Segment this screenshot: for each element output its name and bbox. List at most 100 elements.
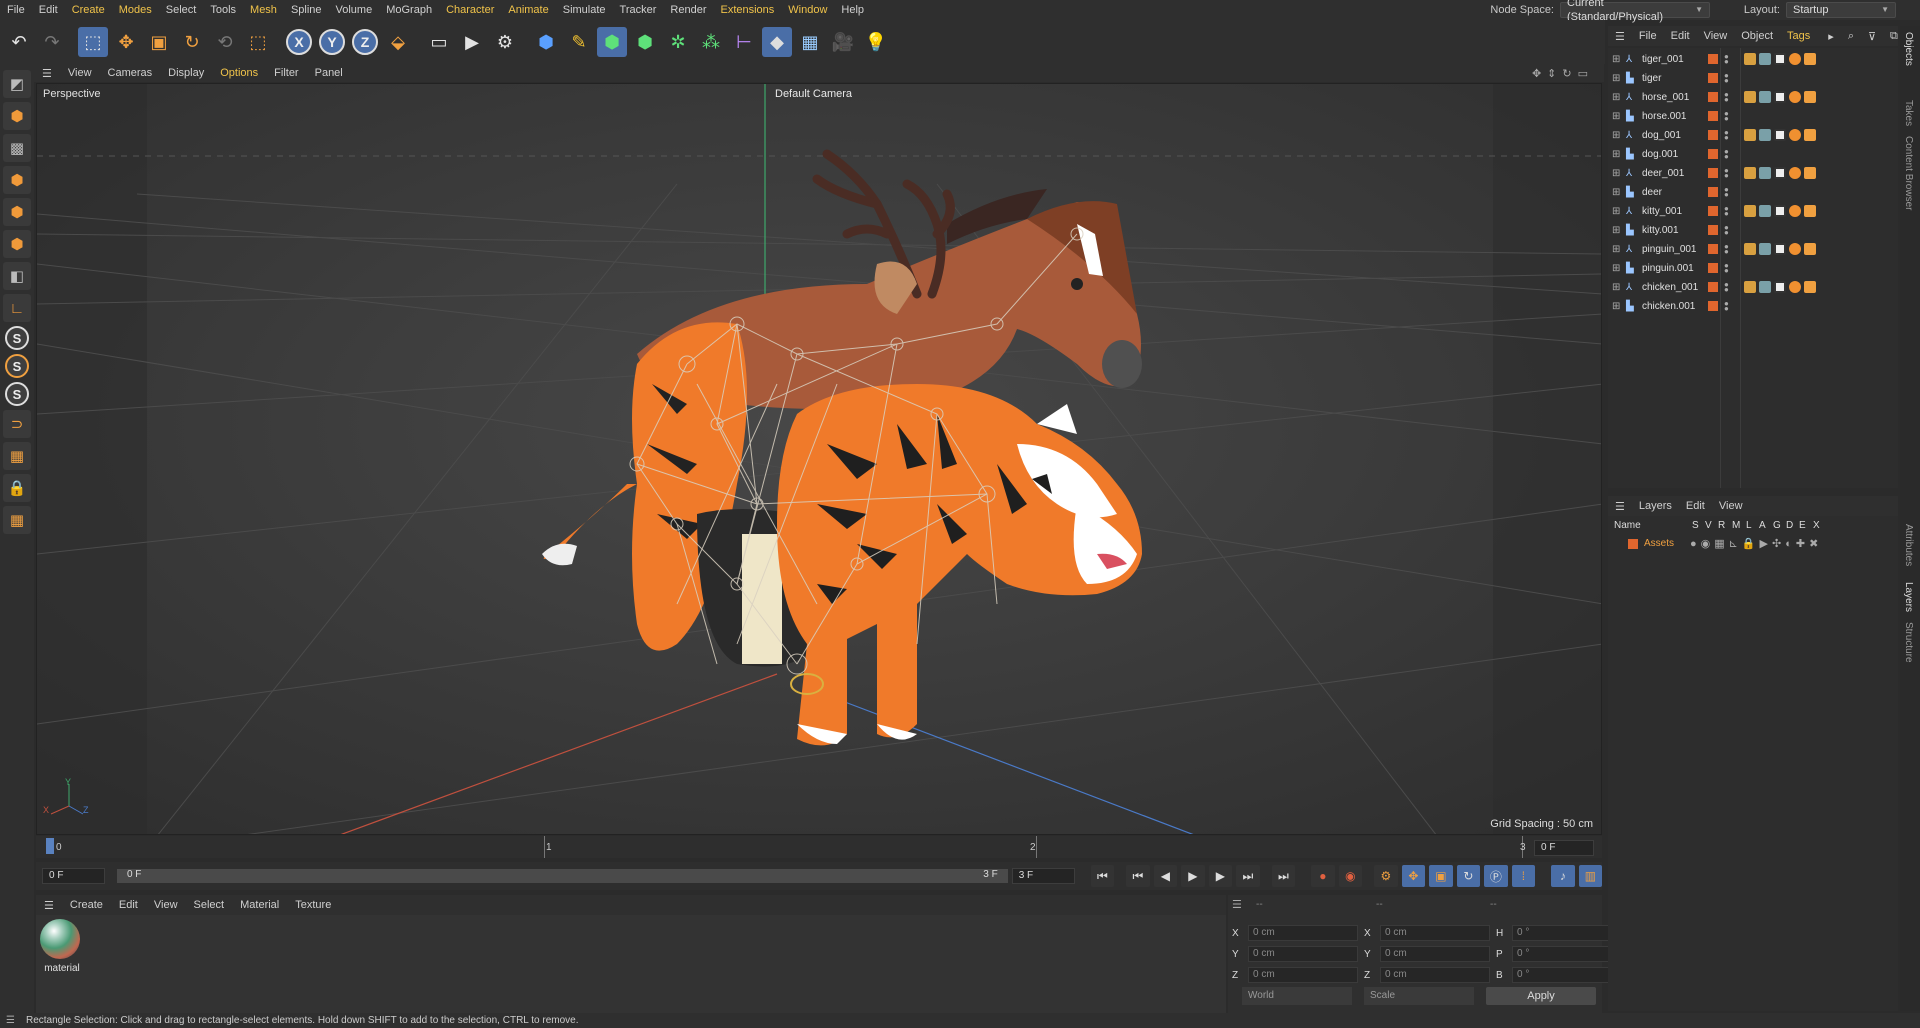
rotation-h-field[interactable]: 0 ° (1512, 925, 1622, 941)
layers-menu-edit[interactable]: Edit (1679, 500, 1712, 512)
field-icon[interactable]: ⊢ (729, 27, 759, 57)
goto-start-icon[interactable]: ⏮ (1090, 865, 1115, 887)
expand-icon[interactable]: ⊞ (1612, 54, 1620, 65)
layer-color-swatch[interactable] (1708, 149, 1718, 159)
list-item[interactable]: ⊞ ⅄ deer_001 ● ● (1608, 164, 1898, 182)
menu-spline[interactable]: Spline (284, 4, 329, 16)
list-item[interactable]: ⊞ ▙ horse.001 ● ● (1608, 107, 1898, 125)
play-icon[interactable]: ▶ (1181, 865, 1205, 887)
make-editable-icon[interactable]: ◩ (3, 70, 31, 98)
menu-help[interactable]: Help (834, 4, 871, 16)
playhead[interactable] (46, 838, 54, 854)
expand-icon[interactable]: ⊞ (1612, 168, 1620, 179)
snap-icon[interactable]: S (5, 326, 29, 350)
layer-color-swatch[interactable] (1708, 130, 1718, 140)
menu-file[interactable]: File (0, 4, 32, 16)
layer-color-swatch[interactable] (1708, 263, 1718, 273)
position-y-field[interactable]: 0 cm (1248, 946, 1358, 962)
texture-mode-icon[interactable]: ▩ (3, 134, 31, 162)
list-item[interactable]: ⊞ ⅄ kitty_001 ● ● (1608, 202, 1898, 220)
key-pla-icon[interactable]: ⁞ (1511, 865, 1536, 887)
size-mode-dropdown[interactable]: Scale (1364, 987, 1474, 1005)
subdivision-icon[interactable]: ⬢ (597, 27, 627, 57)
floor-icon[interactable]: ▦ (795, 27, 825, 57)
tab-attributes[interactable]: Attributes (1903, 524, 1914, 566)
menu-volume[interactable]: Volume (329, 4, 380, 16)
list-item[interactable]: ⊞ ⅄ tiger_001 ● ● (1608, 50, 1898, 68)
camera-icon[interactable]: 🎥 (828, 27, 858, 57)
material-menu-texture[interactable]: Texture (287, 899, 339, 911)
list-item[interactable]: ⊞ ⅄ pinguin_001 ● ● (1608, 240, 1898, 258)
y-axis-lock-icon[interactable]: Y (317, 27, 347, 57)
layer-color-swatch[interactable] (1708, 92, 1718, 102)
node-space-dropdown[interactable]: Current (Standard/Physical) ▼ (1560, 0, 1710, 23)
hamburger-icon[interactable]: ☰ (34, 67, 60, 80)
visibility-dots-icon[interactable]: ● ● (1724, 281, 1729, 294)
move-tool-icon[interactable]: ✥ (111, 27, 141, 57)
uv-mode-icon[interactable]: ◧ (3, 262, 31, 290)
viewport-nav-icons[interactable]: ✥⇕↻▭ (1532, 67, 1594, 80)
viewport-menu-display[interactable]: Display (160, 67, 212, 79)
keyframe-selection-icon[interactable]: ⚙ (1374, 865, 1398, 887)
tab-layers[interactable]: Layers (1903, 582, 1914, 612)
end-frame-field[interactable]: 3 F (1011, 868, 1075, 884)
select-tool-icon[interactable]: ⬚ (78, 27, 108, 57)
layer-color-swatch[interactable] (1708, 225, 1718, 235)
key-rotation-icon[interactable]: ↻ (1456, 865, 1481, 887)
prev-key-icon[interactable]: ⏮ (1126, 865, 1150, 887)
hamburger-icon[interactable]: ☰ (1608, 30, 1632, 43)
undo-icon[interactable]: ↶ (4, 27, 34, 57)
redo-icon[interactable]: ↷ (37, 27, 67, 57)
menu-simulate[interactable]: Simulate (556, 4, 613, 16)
layer-color-swatch[interactable] (1708, 73, 1718, 83)
magnet-icon[interactable]: ⊃ (3, 410, 31, 438)
material-menu-material[interactable]: Material (232, 899, 287, 911)
visibility-dots-icon[interactable]: ● ● (1724, 186, 1729, 199)
viewport-menu-options[interactable]: Options (212, 67, 266, 79)
menu-tracker[interactable]: Tracker (613, 4, 664, 16)
render-view-icon[interactable]: ▶ (457, 27, 487, 57)
visibility-dots-icon[interactable]: ● ● (1724, 129, 1729, 142)
snap-settings-icon[interactable]: S (5, 354, 29, 378)
lock-workplane-icon[interactable]: 🔒 (3, 474, 31, 502)
visibility-dots-icon[interactable]: ● ● (1724, 224, 1729, 237)
list-item[interactable]: ⊞ ▙ tiger ● ● (1608, 69, 1898, 87)
viewport-menu-panel[interactable]: Panel (307, 67, 351, 79)
expand-icon[interactable]: ⊞ (1612, 206, 1620, 217)
list-item[interactable]: ⊞ ▙ pinguin.001 ● ● (1608, 259, 1898, 277)
visibility-dots-icon[interactable]: ● ● (1724, 53, 1729, 66)
prev-frame-icon[interactable]: ◀ (1153, 865, 1178, 887)
size-y-field[interactable]: 0 cm (1380, 946, 1490, 962)
size-x-field[interactable]: 0 cm (1380, 925, 1490, 941)
visibility-dots-icon[interactable]: ● ● (1724, 167, 1729, 180)
list-item[interactable]: ⊞ ⅄ chicken_001 ● ● (1608, 278, 1898, 296)
deformer-icon[interactable]: ✲ (663, 27, 693, 57)
menu-edit[interactable]: Edit (32, 4, 65, 16)
objects-menu-object[interactable]: Object (1734, 30, 1780, 42)
objects-menu-edit[interactable]: Edit (1664, 30, 1697, 42)
expand-icon[interactable]: ⊞ (1612, 92, 1620, 103)
expand-icon[interactable]: ⊞ (1612, 73, 1620, 84)
visibility-dots-icon[interactable]: ● ● (1724, 148, 1729, 161)
z-axis-lock-icon[interactable]: Z (350, 27, 380, 57)
list-item[interactable]: ⊞ ⅄ horse_001 ● ● (1608, 88, 1898, 106)
next-key-icon[interactable]: ⏭ (1236, 865, 1260, 887)
3d-viewport[interactable]: Perspective Default Camera Y X Z Grid Sp… (36, 83, 1602, 835)
layer-color-swatch[interactable] (1708, 244, 1718, 254)
timeline-ruler[interactable]: 0 1 2 3 0 F (36, 836, 1602, 858)
visibility-dots-icon[interactable]: ● ● (1724, 72, 1729, 85)
list-item[interactable]: ⊞ ▙ deer ● ● (1608, 183, 1898, 201)
menu-window[interactable]: Window (781, 4, 834, 16)
menu-animate[interactable]: Animate (501, 4, 555, 16)
next-frame-icon[interactable]: ▶ (1208, 865, 1233, 887)
material-menu-view[interactable]: View (146, 899, 186, 911)
list-item[interactable]: ⊞ ⅄ dog_001 ● ● (1608, 126, 1898, 144)
key-parameter-icon[interactable]: Ⓟ (1484, 865, 1508, 887)
polygons-mode-icon[interactable]: ⬢ (3, 230, 31, 258)
layer-color-swatch[interactable] (1708, 282, 1718, 292)
mograph-cloner-icon[interactable]: ⁂ (696, 27, 726, 57)
material-menu-select[interactable]: Select (186, 899, 233, 911)
menu-mograph[interactable]: MoGraph (379, 4, 439, 16)
render-region-icon[interactable]: ▭ (424, 27, 454, 57)
visibility-dots-icon[interactable]: ● ● (1724, 300, 1729, 313)
